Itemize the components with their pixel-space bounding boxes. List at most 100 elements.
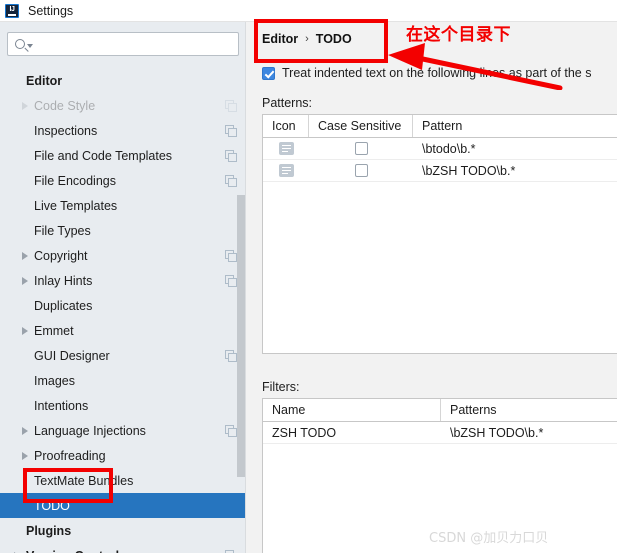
search-input-box[interactable] [7,32,239,56]
chevron-right-glyph [22,326,28,335]
patterns-section-label: Patterns: [262,96,313,110]
sidebar-item-label: Emmet [34,323,74,338]
chevron-right-icon[interactable] [22,101,34,110]
sidebar-item-gui-designer[interactable]: GUI Designer [0,343,246,368]
copy-settings-icon[interactable] [225,100,237,112]
chevron-right-icon[interactable] [22,326,34,335]
settings-sidebar: Editor Code Style Inspections File and Code… [0,22,246,553]
sidebar-item-label: Copyright [34,248,88,263]
sidebar-item-file-and-code-templates[interactable]: File and Code Templates [0,143,246,168]
sidebar-item-label: Version Control [26,549,219,553]
sidebar-item-label: Language Injections [34,423,146,438]
sidebar-item-todo[interactable]: TODO [0,493,246,518]
settings-window: Settings Editor Code Style Inspections File… [0,0,617,553]
sidebar-item-label: Inspections [34,123,98,138]
sidebar-item-editor[interactable]: Editor [0,68,246,93]
sidebar-item-label: Code Style [34,98,96,113]
copy-settings-icon[interactable] [225,350,237,362]
patterns-header-case-sensitive[interactable]: Case Sensitive [309,115,413,137]
sidebar-scrollbar[interactable] [237,195,245,477]
copy-settings-icon[interactable] [225,175,237,187]
search-input[interactable] [38,37,228,51]
filter-patterns-cell[interactable]: \bZSH TODO\b.* [441,422,617,443]
todo-pattern-icon [278,142,294,155]
filters-section-label: Filters: [262,380,300,394]
sidebar-item-file-types[interactable]: File Types [0,218,246,243]
filters-table-body: ZSH TODO \bZSH TODO\b.* [263,422,617,444]
sidebar-item-file-encodings[interactable]: File Encodings [0,168,246,193]
sidebar-item-label: TODO [34,498,70,513]
sidebar-item-label: Plugins [26,523,72,538]
sidebar-item-code-style[interactable]: Code Style [0,93,246,118]
sidebar-item-textmate-bundles[interactable]: TextMate Bundles [0,468,246,493]
search-icon [15,39,25,49]
sidebar-item-proofreading[interactable]: Proofreading [0,443,246,468]
patterns-table-body: \btodo\b.* \bZSH TODO\b.* [263,138,617,182]
pattern-row-icon-cell[interactable] [263,138,309,159]
chevron-right-glyph [22,101,28,110]
sidebar-item-copyright[interactable]: Copyright [0,243,246,268]
chevron-right-glyph [22,251,28,260]
breadcrumb-root[interactable]: Editor [262,32,298,46]
annotation-chinese-note: 在这个目录下 [406,25,511,45]
settings-detail-panel: Editor › TODO Treat indented text on the… [246,22,617,553]
chevron-right-icon[interactable] [22,251,34,260]
sidebar-item-label: Proofreading [34,448,106,463]
pattern-row-icon-cell[interactable] [263,160,309,181]
pattern-value-cell[interactable]: \bZSH TODO\b.* [413,160,617,181]
sidebar-item-version-control[interactable]: Version Control [0,543,246,553]
breadcrumb: Editor › TODO [262,32,352,46]
filters-header-name[interactable]: Name [263,399,441,421]
patterns-header-pattern[interactable]: Pattern [413,115,617,137]
patterns-table-header: Icon Case Sensitive Pattern [263,115,617,138]
sidebar-item-label: File Encodings [34,173,116,188]
treat-indented-text-label: Treat indented text on the following lin… [282,66,592,80]
sidebar-item-label: Duplicates [34,298,93,313]
sidebar-item-label: TextMate Bundles [34,473,134,488]
table-row[interactable]: ZSH TODO \bZSH TODO\b.* [263,422,617,444]
todo-pattern-icon [278,164,294,177]
case-sensitive-checkbox[interactable] [354,164,368,177]
treat-indented-text-checkbox[interactable] [262,66,275,80]
chevron-right-icon[interactable] [22,451,34,460]
pattern-case-sensitive-cell[interactable] [309,138,413,159]
window-title: Settings [28,3,74,18]
sidebar-item-duplicates[interactable]: Duplicates [0,293,246,318]
filters-header-patterns[interactable]: Patterns [441,399,617,421]
copy-settings-icon[interactable] [225,150,237,162]
pattern-value-cell[interactable]: \btodo\b.* [413,138,617,159]
chevron-right-glyph [22,451,28,460]
chevron-right-glyph [22,426,28,435]
copy-settings-icon[interactable] [225,425,237,437]
sidebar-item-plugins[interactable]: Plugins [0,518,246,543]
chevron-right-glyph [22,276,28,285]
sidebar-item-label: Live Templates [34,198,118,213]
sidebar-item-label: File and Code Templates [34,148,173,163]
chevron-right-icon[interactable] [22,276,34,285]
filter-name-cell[interactable]: ZSH TODO [263,422,441,443]
settings-tree: Editor Code Style Inspections File and Code… [0,68,246,553]
patterns-header-icon[interactable]: Icon [263,115,309,137]
sidebar-item-label: Intentions [34,398,89,413]
table-row[interactable]: \btodo\b.* [263,138,617,160]
table-row[interactable]: \bZSH TODO\b.* [263,160,617,182]
sidebar-item-inspections[interactable]: Inspections [0,118,246,143]
intellij-idea-icon [5,3,19,18]
treat-indented-text-row[interactable]: Treat indented text on the following lin… [262,66,591,80]
sidebar-item-emmet[interactable]: Emmet [0,318,246,343]
pattern-case-sensitive-cell[interactable] [309,160,413,181]
sidebar-item-images[interactable]: Images [0,368,246,393]
sidebar-item-inlay-hints[interactable]: Inlay Hints [0,268,246,293]
copy-settings-icon[interactable] [225,275,237,287]
breadcrumb-current: TODO [315,32,352,46]
case-sensitive-checkbox[interactable] [354,142,368,155]
title-bar: Settings [0,0,617,22]
sidebar-item-language-injections[interactable]: Language Injections [0,418,246,443]
sidebar-item-intentions[interactable]: Intentions [0,393,246,418]
chevron-right-icon[interactable] [22,426,34,435]
copy-settings-icon[interactable] [225,125,237,137]
sidebar-item-live-templates[interactable]: Live Templates [0,193,246,218]
chevron-down-icon[interactable] [27,44,33,48]
copy-settings-icon[interactable] [225,250,237,262]
filters-table-header: Name Patterns [263,399,617,422]
